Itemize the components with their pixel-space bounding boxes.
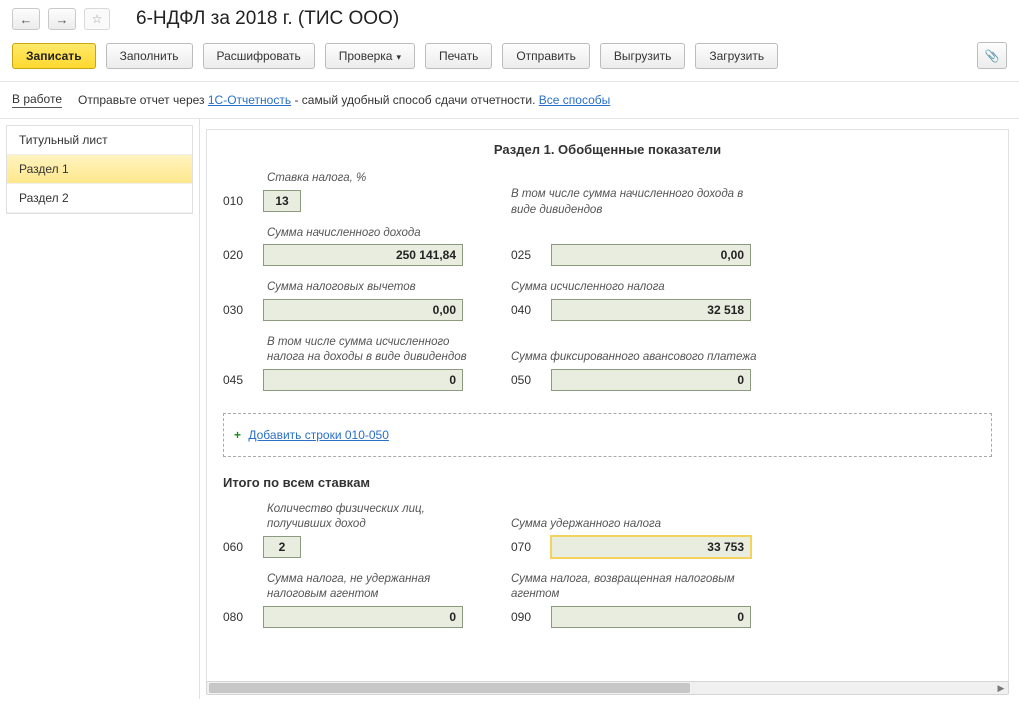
not-withheld-label: Сумма налога, не удержанная налоговым аг…	[223, 572, 483, 603]
fixed-advance-label: Сумма фиксированного авансового платежа	[511, 350, 771, 366]
code-025: 025	[511, 248, 543, 262]
field-020[interactable]: 250 141,84	[263, 244, 463, 266]
returned-label: Сумма налога, возвращенная налоговым аге…	[511, 572, 771, 603]
plus-icon: +	[234, 428, 241, 442]
add-rows-link[interactable]: Добавить строки 010-050	[248, 428, 389, 442]
div-tax-label: В том числе сумма исчисленного налога на…	[223, 335, 483, 366]
calc-tax-label: Сумма исчисленного налога	[511, 280, 771, 296]
persons-label: Количество физических лиц, получивших до…	[223, 502, 483, 533]
code-070: 070	[511, 540, 543, 554]
field-060[interactable]: 2	[263, 536, 301, 558]
withheld-label: Сумма удержанного налога	[511, 517, 771, 533]
totals-header: Итого по всем ставкам	[223, 475, 992, 490]
code-090: 090	[511, 610, 543, 624]
attachment-button[interactable]: 📎	[977, 42, 1007, 69]
export-button[interactable]: Выгрузить	[600, 43, 686, 69]
import-button[interactable]: Загрузить	[695, 43, 778, 69]
code-010: 010	[223, 194, 255, 208]
field-090[interactable]: 0	[551, 606, 751, 628]
field-040[interactable]: 32 518	[551, 299, 751, 321]
field-030[interactable]: 0,00	[263, 299, 463, 321]
page-title: 6-НДФЛ за 2018 г. (ТИС ООО)	[136, 8, 399, 30]
code-030: 030	[223, 303, 255, 317]
dividends-label: В том числе сумма начисленного дохода в …	[511, 187, 771, 218]
scroll-thumb[interactable]	[209, 683, 690, 693]
print-button[interactable]: Печать	[425, 43, 492, 69]
save-button[interactable]: Записать	[12, 43, 96, 69]
field-025[interactable]: 0,00	[551, 244, 751, 266]
status-label[interactable]: В работе	[12, 92, 62, 108]
add-rows-box: + Добавить строки 010-050	[223, 413, 992, 457]
code-080: 080	[223, 610, 255, 624]
code-045: 045	[223, 373, 255, 387]
check-label: Проверка	[339, 49, 393, 63]
field-080[interactable]: 0	[263, 606, 463, 628]
fill-button[interactable]: Заполнить	[106, 43, 193, 69]
nav-item-section1[interactable]: Раздел 1	[7, 155, 192, 184]
section-title: Раздел 1. Обобщенные показатели	[223, 136, 992, 171]
nav-item-section2[interactable]: Раздел 2	[7, 184, 192, 213]
tax-rate-label: Ставка налога, %	[223, 171, 483, 187]
chevron-down-icon: ▾	[396, 52, 401, 62]
link-1c-reporting[interactable]: 1С-Отчетность	[208, 93, 291, 107]
code-040: 040	[511, 303, 543, 317]
field-050[interactable]: 0	[551, 369, 751, 391]
code-020: 020	[223, 248, 255, 262]
code-060: 060	[223, 540, 255, 554]
back-button[interactable]: ←	[12, 8, 40, 30]
scroll-right-arrow[interactable]: ▶	[994, 682, 1008, 694]
send-button[interactable]: Отправить	[502, 43, 590, 69]
status-hint: Отправьте отчет через 1С-Отчетность - са…	[78, 93, 610, 107]
field-045[interactable]: 0	[263, 369, 463, 391]
nav-item-title-page[interactable]: Титульный лист	[7, 126, 192, 155]
field-010[interactable]: 13	[263, 190, 301, 212]
forward-button[interactable]: →	[48, 8, 76, 30]
decode-button[interactable]: Расшифровать	[203, 43, 315, 69]
paperclip-icon: 📎	[985, 49, 1000, 63]
navigation-pane: Титульный лист Раздел 1 Раздел 2	[0, 119, 200, 699]
deductions-label: Сумма налоговых вычетов	[223, 280, 483, 296]
field-070[interactable]: 33 753	[551, 536, 751, 558]
check-button[interactable]: Проверка▾	[325, 43, 415, 69]
link-all-methods[interactable]: Все способы	[539, 93, 611, 107]
code-050: 050	[511, 373, 543, 387]
income-label: Сумма начисленного дохода	[223, 226, 483, 242]
horizontal-scrollbar[interactable]: ◀ ▶	[206, 681, 1009, 695]
favorite-button[interactable]: ☆	[84, 8, 110, 30]
